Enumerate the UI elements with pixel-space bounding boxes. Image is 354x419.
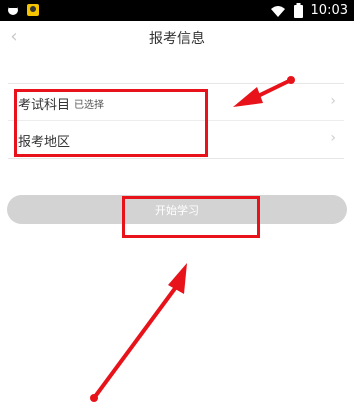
annotation-arrow-top — [233, 76, 295, 107]
annotation-arrows — [90, 76, 295, 402]
annotation-arrow-bottom — [90, 263, 187, 402]
